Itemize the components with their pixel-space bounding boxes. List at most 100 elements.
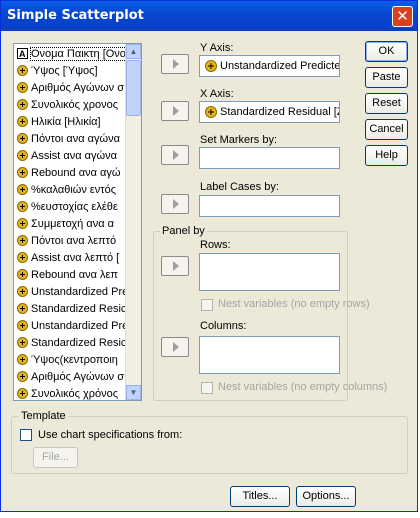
title-bar[interactable]: Simple Scatterplot ✕	[1, 1, 417, 31]
y-axis-field[interactable]: Unstandardized Predicte	[199, 55, 340, 77]
help-button[interactable]: Help	[365, 145, 408, 166]
scale-variable-icon	[17, 201, 28, 212]
list-item-label: Standardized Resic	[31, 337, 125, 349]
cancel-button[interactable]: Cancel	[365, 119, 408, 140]
list-item-label: Συμμετοχή ανα α	[31, 218, 114, 230]
x-axis-label: X Axis:	[200, 88, 234, 100]
list-item-label: Ύψος [Ύψος]	[31, 65, 98, 77]
rows-field[interactable]	[199, 253, 340, 291]
move-to-markers-button[interactable]	[161, 145, 189, 165]
list-item-label: Πόντοι ανα αγώνα	[31, 133, 120, 145]
scroll-down-icon[interactable]: ▼	[126, 385, 141, 400]
list-scrollbar[interactable]: ▲ ▼	[125, 44, 141, 400]
list-item[interactable]: %καλαθιών εντός	[17, 182, 125, 199]
move-to-columns-button[interactable]	[161, 337, 189, 357]
list-item[interactable]: Πόντοι ανα λεπτό	[17, 233, 125, 250]
scroll-up-icon[interactable]: ▲	[126, 44, 141, 59]
list-item[interactable]: Unstandardized Pre	[17, 284, 125, 301]
list-item[interactable]: Συμμετοχή ανα α	[17, 216, 125, 233]
file-button[interactable]: File...	[33, 447, 78, 468]
cases-label: Label Cases by:	[200, 181, 279, 193]
list-item-label: Unstandardized Pre	[31, 320, 125, 332]
scale-variable-icon	[17, 320, 28, 331]
list-item-label: Συνολικός χρονος	[31, 99, 119, 111]
nest-columns-label: Nest variables (no empty columns)	[218, 381, 388, 393]
use-chart-spec-label: Use chart specifications from:	[38, 429, 183, 441]
y-axis-label: Y Axis:	[200, 42, 234, 54]
titles-button[interactable]: Titles...	[230, 486, 290, 507]
scale-variable-icon	[17, 252, 28, 263]
list-item[interactable]: Συνολικός χρόνος	[17, 386, 125, 400]
list-item[interactable]: %ευστοχίας ελέθε	[17, 199, 125, 216]
list-item[interactable]: Συνολικός χρονος	[17, 97, 125, 114]
columns-field[interactable]	[199, 336, 340, 374]
list-item-label: Αριθμός Αγώνων σ	[31, 82, 125, 94]
x-axis-value: Standardized Residual [Z	[220, 106, 340, 118]
list-item[interactable]: Assist ανα λεπτό [	[17, 250, 125, 267]
options-button[interactable]: Options...	[296, 486, 356, 507]
x-axis-field[interactable]: Standardized Residual [Z	[199, 101, 340, 123]
use-chart-spec-checkbox[interactable]	[20, 429, 32, 441]
list-item-label: Unstandardized Pre	[31, 286, 125, 298]
scale-variable-icon	[17, 167, 28, 178]
list-item-label: Ηλικία [Ηλικία]	[31, 116, 101, 128]
move-to-y-axis-button[interactable]	[161, 54, 189, 74]
list-item[interactable]: Ηλικία [Ηλικία]	[17, 114, 125, 131]
reset-button[interactable]: Reset	[365, 93, 408, 114]
scale-variable-icon	[17, 235, 28, 246]
list-item[interactable]: Standardized Resic	[17, 335, 125, 352]
list-item[interactable]: Αριθμός Αγώνων σ	[17, 369, 125, 386]
list-item[interactable]: Ύψος(κεντροποιη	[17, 352, 125, 369]
list-item-label: Assist ανα αγώνα	[31, 150, 117, 162]
list-item[interactable]: Rebound ανα αγώ	[17, 165, 125, 182]
list-item[interactable]: Ύψος [Ύψος]	[17, 63, 125, 80]
scale-variable-icon	[17, 150, 28, 161]
nest-rows-label: Nest variables (no empty rows)	[218, 298, 370, 310]
list-item-label: Assist ανα λεπτό [	[31, 252, 120, 264]
list-item-label: Rebound ανα αγώ	[31, 167, 121, 179]
scale-variable-icon	[17, 82, 28, 93]
close-button[interactable]: ✕	[392, 6, 413, 27]
y-axis-value: Unstandardized Predicte	[220, 60, 340, 72]
scale-variable-icon	[17, 269, 28, 280]
ok-button[interactable]: OK	[365, 41, 408, 62]
rows-label: Rows:	[200, 239, 231, 251]
dialog-window: Simple Scatterplot ✕ ▲ ▼ A Ονομα Παικτη […	[0, 0, 418, 512]
cases-field[interactable]	[199, 195, 340, 217]
variable-list[interactable]: ▲ ▼ A Ονομα Παικτη [Ονομ Ύψος [Ύψος] Αριθμό…	[13, 43, 142, 401]
svg-text:A: A	[19, 49, 26, 59]
list-item-label: Ονομα Παικτη [Ονομ	[29, 47, 125, 61]
string-variable-icon: A	[17, 48, 28, 59]
move-to-x-axis-button[interactable]	[161, 101, 189, 121]
list-item-label: Ύψος(κεντροποιη	[31, 354, 118, 366]
scale-variable-icon	[205, 106, 217, 118]
markers-field[interactable]	[199, 147, 340, 169]
template-title: Template	[19, 410, 68, 422]
scale-variable-icon	[17, 337, 28, 348]
scale-variable-icon	[17, 218, 28, 229]
move-to-cases-button[interactable]	[161, 194, 189, 214]
scale-variable-icon	[17, 65, 28, 76]
list-item-label: Standardized Resic	[31, 303, 125, 315]
nest-rows-checkbox[interactable]	[201, 299, 213, 311]
scale-variable-icon	[205, 60, 217, 72]
scale-variable-icon	[17, 286, 28, 297]
list-item[interactable]: Πόντοι ανα αγώνα	[17, 131, 125, 148]
nest-columns-checkbox[interactable]	[201, 382, 213, 394]
list-item[interactable]: A Ονομα Παικτη [Ονομ	[17, 46, 125, 63]
scale-variable-icon	[17, 184, 28, 195]
columns-label: Columns:	[200, 320, 247, 332]
scale-variable-icon	[17, 303, 28, 314]
scale-variable-icon	[17, 133, 28, 144]
list-item[interactable]: Assist ανα αγώνα	[17, 148, 125, 165]
list-item-label: Rebound ανα λεπ	[31, 269, 118, 281]
list-item[interactable]: Standardized Resic	[17, 301, 125, 318]
list-item[interactable]: Unstandardized Pre	[17, 318, 125, 335]
scale-variable-icon	[17, 371, 28, 382]
list-item[interactable]: Rebound ανα λεπ	[17, 267, 125, 284]
scroll-thumb[interactable]	[126, 60, 141, 116]
list-item-label: Συνολικός χρόνος	[31, 388, 119, 400]
move-to-rows-button[interactable]	[161, 256, 189, 276]
paste-button[interactable]: Paste	[365, 67, 408, 88]
list-item[interactable]: Αριθμός Αγώνων σ	[17, 80, 125, 97]
